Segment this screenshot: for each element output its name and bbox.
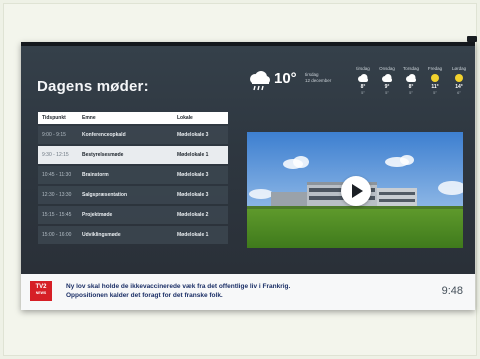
- forecast-low: 5°: [409, 90, 413, 95]
- row-subject: Udviklingsmøde: [82, 232, 121, 238]
- table-row: 9:00 - 9:15 Konferenceopkald Mødelokale …: [38, 126, 228, 144]
- current-temperature: 10°: [274, 70, 297, 87]
- row-time: 15:00 - 16:00: [42, 232, 72, 238]
- meetings-table: Tidspunkt Emne Lokale 9:00 - 9:15 Konfer…: [38, 112, 228, 244]
- logo-top-text: TV2: [35, 284, 47, 290]
- row-subject: Brainstorm: [82, 172, 109, 178]
- row-room: Mødelokale 3: [177, 172, 209, 178]
- header-room: Lokale: [177, 115, 193, 121]
- row-subject: Bestyrelsesmøde: [82, 152, 124, 158]
- current-date: 12 december: [305, 78, 332, 83]
- cloud-icon: [382, 74, 392, 82]
- forecast-day-name: Onsdag: [379, 66, 395, 71]
- news-headline: Ny lov skal holde de ikkevaccinerede væk…: [66, 282, 406, 300]
- forecast-low: 6°: [457, 90, 461, 95]
- row-room: Mødelokale 2: [177, 212, 209, 218]
- row-subject: Projektmøde: [82, 212, 113, 218]
- forecast-day: Onsdag 9° 5°: [375, 66, 399, 95]
- forecast-day: Torsdag 8° 5°: [399, 66, 423, 95]
- row-room: Mødelokale 1: [177, 232, 209, 238]
- forecast-day-name: Fredag: [427, 66, 443, 71]
- headline-line-2: Oppositionen kalder det foragt for det f…: [66, 292, 223, 299]
- headline-line-1: Ny lov skal holde de ikkevaccinerede væk…: [66, 283, 291, 290]
- forecast-day: Lørdag 14° 6°: [447, 66, 471, 95]
- current-weather: 10° tirsdag 12 december: [247, 68, 347, 98]
- table-row: 10:45 - 11:30 Brainstorm Mødelokale 3: [38, 166, 228, 184]
- row-time: 10:45 - 11:30: [42, 172, 72, 178]
- weather-forecast: tirsdag 8° 5° Onsdag 9° 5° Torsdag 8° 5°…: [351, 66, 471, 102]
- row-subject: Salgspræsentation: [82, 192, 128, 198]
- play-icon[interactable]: [341, 176, 371, 206]
- forecast-day: Fredag 11° 5°: [423, 66, 447, 95]
- row-subject: Konferenceopkald: [82, 132, 126, 138]
- forecast-low: 5°: [433, 90, 437, 95]
- table-row: 12:30 - 13:30 Salgspræsentation Mødeloka…: [38, 186, 228, 204]
- clock: 9:48: [441, 285, 463, 297]
- forecast-day-name: Torsdag: [402, 66, 419, 71]
- cloud-icon: [358, 74, 368, 82]
- page-title: Dagens møder:: [37, 78, 149, 95]
- cloud-icon: [406, 74, 416, 82]
- table-row-active: 9:30 - 12:15 Bestyrelsesmøde Mødelokale …: [38, 146, 228, 164]
- video-player[interactable]: [247, 132, 463, 248]
- logo-bottom-text: NEWS: [35, 291, 47, 295]
- sun-icon: [455, 74, 463, 82]
- header-subject: Emne: [82, 115, 96, 121]
- row-room: Mødelokale 1: [177, 152, 209, 158]
- rain-cloud-icon: [250, 71, 270, 91]
- forecast-day-name: tirsdag: [356, 66, 370, 71]
- row-room: Mødelokale 3: [177, 192, 209, 198]
- forecast-day: tirsdag 8° 5°: [351, 66, 375, 95]
- sun-icon: [431, 74, 439, 82]
- forecast-day-name: Lørdag: [451, 66, 467, 71]
- table-row: 15:15 - 15:45 Projektmøde Mødelokale 2: [38, 206, 228, 224]
- table-header: Tidspunkt Emne Lokale: [38, 112, 228, 124]
- row-room: Mødelokale 3: [177, 132, 209, 138]
- tv2-news-logo: TV2 NEWS: [30, 281, 52, 301]
- forecast-low: 5°: [385, 90, 389, 95]
- row-time: 12:30 - 13:30: [42, 192, 72, 198]
- forecast-low: 5°: [361, 90, 365, 95]
- row-time: 9:00 - 9:15: [42, 132, 66, 138]
- signage-screen: Dagens møder: 10° tirsdag 12 december ti…: [21, 42, 475, 310]
- header-time: Tidspunkt: [42, 115, 66, 121]
- news-ticker: TV2 NEWS Ny lov skal holde de ikkevaccin…: [21, 274, 475, 310]
- row-time: 9:30 - 12:15: [42, 152, 69, 158]
- row-time: 15:15 - 15:45: [42, 212, 72, 218]
- current-day: tirsdag: [305, 72, 319, 77]
- table-row: 15:00 - 16:00 Udviklingsmøde Mødelokale …: [38, 226, 228, 244]
